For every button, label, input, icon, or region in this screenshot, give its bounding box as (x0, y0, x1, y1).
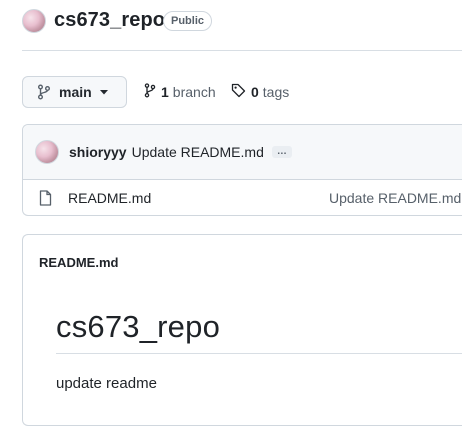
tag-label: tags (262, 84, 290, 100)
commit-author-avatar[interactable] (35, 140, 59, 164)
tag-icon (231, 83, 246, 101)
owner-avatar[interactable] (22, 9, 46, 33)
chevron-down-icon (99, 89, 108, 95)
tags-link[interactable]: 0 tags (231, 83, 289, 101)
readme-panel: README.md cs673_repo update readme (22, 234, 462, 426)
file-icon (39, 190, 52, 206)
git-branch-icon (37, 84, 51, 100)
commit-message[interactable]: Update README.md (132, 144, 264, 160)
branch-count: 1 (161, 84, 169, 100)
header-divider (22, 50, 462, 51)
commit-author[interactable]: shioryyy (69, 144, 127, 160)
file-name[interactable]: README.md (68, 190, 151, 206)
git-branch-icon (144, 83, 156, 101)
readme-heading-rule (56, 353, 462, 354)
file-row[interactable]: README.md Update README.md (23, 180, 462, 216)
repo-name[interactable]: cs673_repo (54, 9, 165, 32)
tag-count: 0 (251, 84, 259, 100)
visibility-badge: Public (163, 11, 213, 31)
commit-expand-button[interactable]: … (271, 146, 292, 158)
readme-heading: cs673_repo (56, 309, 221, 344)
branch-name: main (59, 84, 92, 100)
file-commit-message[interactable]: Update README.md (329, 190, 461, 206)
branch-select-button[interactable]: main (22, 76, 127, 108)
readme-filename[interactable]: README.md (39, 255, 118, 270)
readme-body: update readme (56, 375, 157, 392)
branches-link[interactable]: 1 branch (144, 83, 216, 101)
file-browser: shioryyy Update README.md … README.md Up… (22, 124, 462, 216)
latest-commit-bar: shioryyy Update README.md … (23, 125, 462, 180)
branch-label: branch (172, 84, 216, 100)
